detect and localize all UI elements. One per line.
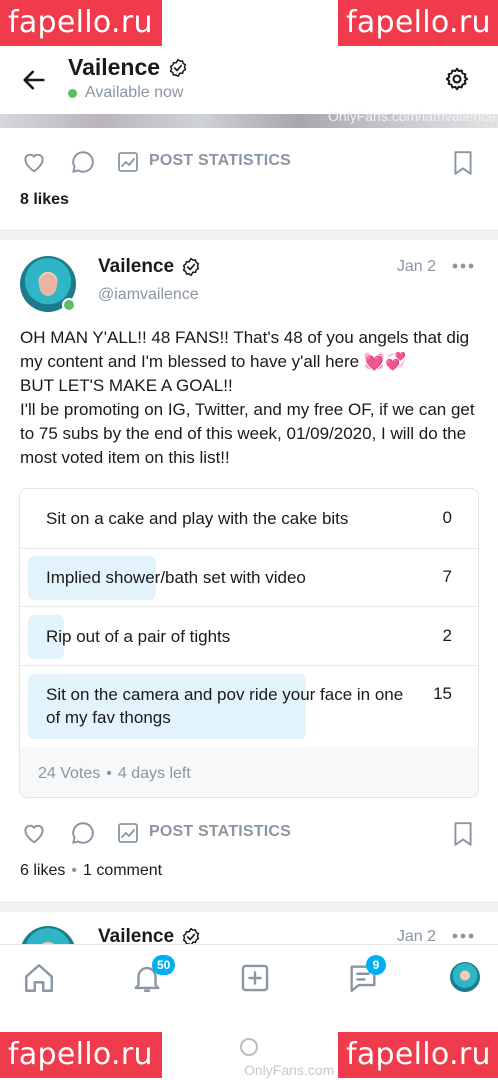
messages-badge: 9 <box>366 955 386 975</box>
poll-option-label: Sit on a cake and play with the cake bit… <box>46 509 349 528</box>
header-name-row[interactable]: Vailence <box>68 54 188 81</box>
comments-count[interactable]: 1 comment <box>83 862 162 879</box>
statistics-icon[interactable] <box>116 150 140 174</box>
post-author-handle[interactable]: @iamvailence <box>98 286 199 304</box>
watermark-top-left: fapello.ru <box>0 0 162 46</box>
availability-text: Available now <box>85 84 184 101</box>
gear-icon[interactable] <box>444 66 470 92</box>
poll-option[interactable]: Sit on the camera and pov ride your face… <box>20 666 478 747</box>
post-actions-bar: POST STATISTICS <box>0 813 498 853</box>
comment-icon[interactable] <box>70 820 96 846</box>
watermark-bottom-right: fapello.ru <box>338 1032 498 1078</box>
poll-option-votes: 15 <box>433 684 452 703</box>
profile-avatar-nav[interactable] <box>450 962 480 992</box>
more-options-icon[interactable] <box>452 262 474 270</box>
system-home-icon[interactable] <box>240 1038 258 1056</box>
watermark-top-right: fapello.ru <box>338 0 498 46</box>
header-name[interactable]: Vailence <box>68 54 160 81</box>
likes-count-text[interactable]: 8 likes <box>20 191 69 208</box>
avatar[interactable] <box>20 256 76 312</box>
post-paragraph: OH MAN Y'ALL!! 48 FANS!! That's 48 of yo… <box>20 328 470 371</box>
media-watermark-text: OnlyFans.com/iamvailence <box>327 108 496 124</box>
poll-total-votes: 24 Votes <box>38 765 101 782</box>
poll-option[interactable]: Implied shower/bath set with video 7 <box>20 549 478 607</box>
post-author-name[interactable]: Vailence <box>98 256 174 278</box>
post-paragraph: BUT LET'S MAKE A GOAL!! <box>20 376 233 395</box>
bottom-navigation: 50 9 <box>0 944 498 1010</box>
poll-option-votes: 7 <box>442 567 452 586</box>
likes-count[interactable]: 6 likes <box>20 862 65 879</box>
watermark-bottom-left: fapello.ru <box>0 1032 162 1078</box>
post-actions-bar: POST STATISTICS <box>0 142 498 182</box>
poll-footer: 24 Votes • 4 days left <box>20 747 478 797</box>
post-paragraph: I'll be promoting on IG, Twitter, and my… <box>20 400 475 467</box>
poll-option-label: Implied shower/bath set with video <box>46 568 306 587</box>
availability-status: Available now <box>68 84 183 102</box>
back-arrow-icon[interactable] <box>20 66 48 94</box>
poll: Sit on a cake and play with the cake bit… <box>19 488 479 798</box>
add-post-icon[interactable] <box>238 961 272 995</box>
statistics-icon[interactable] <box>116 821 140 845</box>
likes-count[interactable]: 8 likes <box>20 191 69 209</box>
bookmark-icon[interactable] <box>452 150 474 176</box>
online-dot-icon <box>68 88 77 98</box>
poll-option-votes: 0 <box>442 508 452 527</box>
verified-icon <box>182 257 200 277</box>
post-body: OH MAN Y'ALL!! 48 FANS!! That's 48 of yo… <box>20 326 482 470</box>
post-date: Jan 2 <box>396 258 436 275</box>
heart-icon[interactable] <box>20 149 48 175</box>
comment-icon[interactable] <box>70 149 96 175</box>
post-author-row[interactable]: Vailence <box>98 256 201 278</box>
poll-option-label: Rip out of a pair of tights <box>46 627 231 646</box>
post-divider <box>0 230 498 240</box>
poll-time-left: 4 days left <box>117 765 191 782</box>
post-statistics-button[interactable]: POST STATISTICS <box>149 152 291 170</box>
poll-option[interactable]: Rip out of a pair of tights 2 <box>20 607 478 666</box>
verified-icon <box>169 58 187 77</box>
post-statistics-button[interactable]: POST STATISTICS <box>149 823 291 841</box>
online-indicator-icon <box>62 298 76 312</box>
poll-option[interactable]: Sit on a cake and play with the cake bit… <box>20 489 478 549</box>
poll-option-label: Sit on the camera and pov ride your face… <box>46 685 404 727</box>
heart-icon[interactable] <box>20 820 48 846</box>
engagement-line: 6 likes • 1 comment <box>20 862 163 879</box>
footer-watermark: OnlyFans.com <box>244 1062 335 1078</box>
notifications-badge: 50 <box>152 955 176 975</box>
bookmark-icon[interactable] <box>452 821 474 847</box>
more-options-icon[interactable] <box>452 932 474 940</box>
post-divider <box>0 902 498 912</box>
profile-header: Vailence Available now <box>0 48 498 114</box>
home-icon[interactable] <box>22 961 56 995</box>
poll-option-votes: 2 <box>442 626 452 645</box>
